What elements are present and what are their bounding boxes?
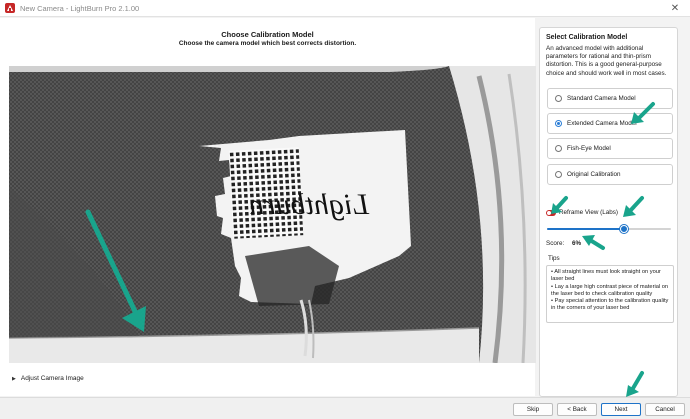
radio-standard[interactable]: [555, 95, 562, 102]
option-label: Original Calibration: [567, 171, 621, 178]
main-panel: Choose Calibration Model Choose the came…: [0, 18, 536, 396]
reframe-view-row: Reframe View (Labs): [546, 209, 618, 216]
score-label: Score:: [546, 240, 565, 247]
camera-preview-scene: Lightburn: [9, 66, 536, 363]
calibration-model-panel: Select Calibration Model An advanced mod…: [539, 27, 678, 397]
reframe-slider[interactable]: [547, 224, 671, 234]
panel-title: Select Calibration Model: [546, 34, 628, 41]
radio-extended[interactable]: [555, 120, 562, 127]
score-display: Score: 6%: [546, 240, 581, 247]
tip-item: • Pay special attention to the calibrati…: [551, 298, 669, 312]
radio-original[interactable]: [555, 171, 562, 178]
radio-fish-eye[interactable]: [555, 145, 562, 152]
adjust-camera-image-label: Adjust Camera Image: [20, 375, 84, 382]
lightburn-app-icon: [5, 3, 15, 13]
option-extended-camera-model[interactable]: Extended Camera Model: [547, 113, 673, 134]
tip-item: • All straight lines must look straight …: [551, 269, 661, 283]
score-value: 6%: [571, 240, 582, 247]
cancel-button[interactable]: Cancel: [645, 403, 685, 416]
back-button[interactable]: < Back: [557, 403, 597, 416]
tip-item: • Lay a large high contrast piece of mat…: [551, 283, 669, 297]
wizard-footer: Skip < Back Next Cancel: [0, 397, 690, 419]
option-label: Fish-Eye Model: [567, 145, 611, 152]
slider-fill: [547, 228, 624, 230]
title-bar: New Camera - LightBurn Pro 2.1.00 ✕: [0, 0, 690, 17]
close-window-icon[interactable]: ✕: [660, 0, 690, 17]
reframe-view-label: Reframe View (Labs): [559, 209, 619, 216]
option-original-calibration[interactable]: Original Calibration: [547, 164, 673, 185]
model-description: An advanced model with additional parame…: [546, 45, 667, 77]
camera-preview-image: Lightburn: [9, 66, 536, 363]
next-button[interactable]: Next: [601, 403, 641, 416]
window-title: New Camera - LightBurn Pro 2.1.00: [20, 3, 140, 13]
option-standard-camera-model[interactable]: Standard Camera Model: [547, 88, 673, 109]
adjust-camera-image-toggle[interactable]: ▶ Adjust Camera Image: [12, 375, 84, 382]
option-label: Standard Camera Model: [567, 95, 636, 102]
svg-text:Lightburn: Lightburn: [249, 188, 370, 221]
tips-box: • All straight lines must look straight …: [546, 265, 674, 323]
option-label: Extended Camera Model: [567, 120, 637, 127]
page-subtitle: Choose the camera model which best corre…: [178, 40, 357, 47]
skip-button[interactable]: Skip: [513, 403, 553, 416]
page-title: Choose Calibration Model: [221, 30, 314, 39]
slider-handle[interactable]: [619, 225, 628, 233]
expand-triangle-icon: ▶: [12, 375, 16, 382]
tips-label: Tips: [548, 255, 560, 262]
option-fish-eye-model[interactable]: Fish-Eye Model: [547, 138, 673, 159]
reframe-view-toggle[interactable]: [546, 209, 556, 216]
